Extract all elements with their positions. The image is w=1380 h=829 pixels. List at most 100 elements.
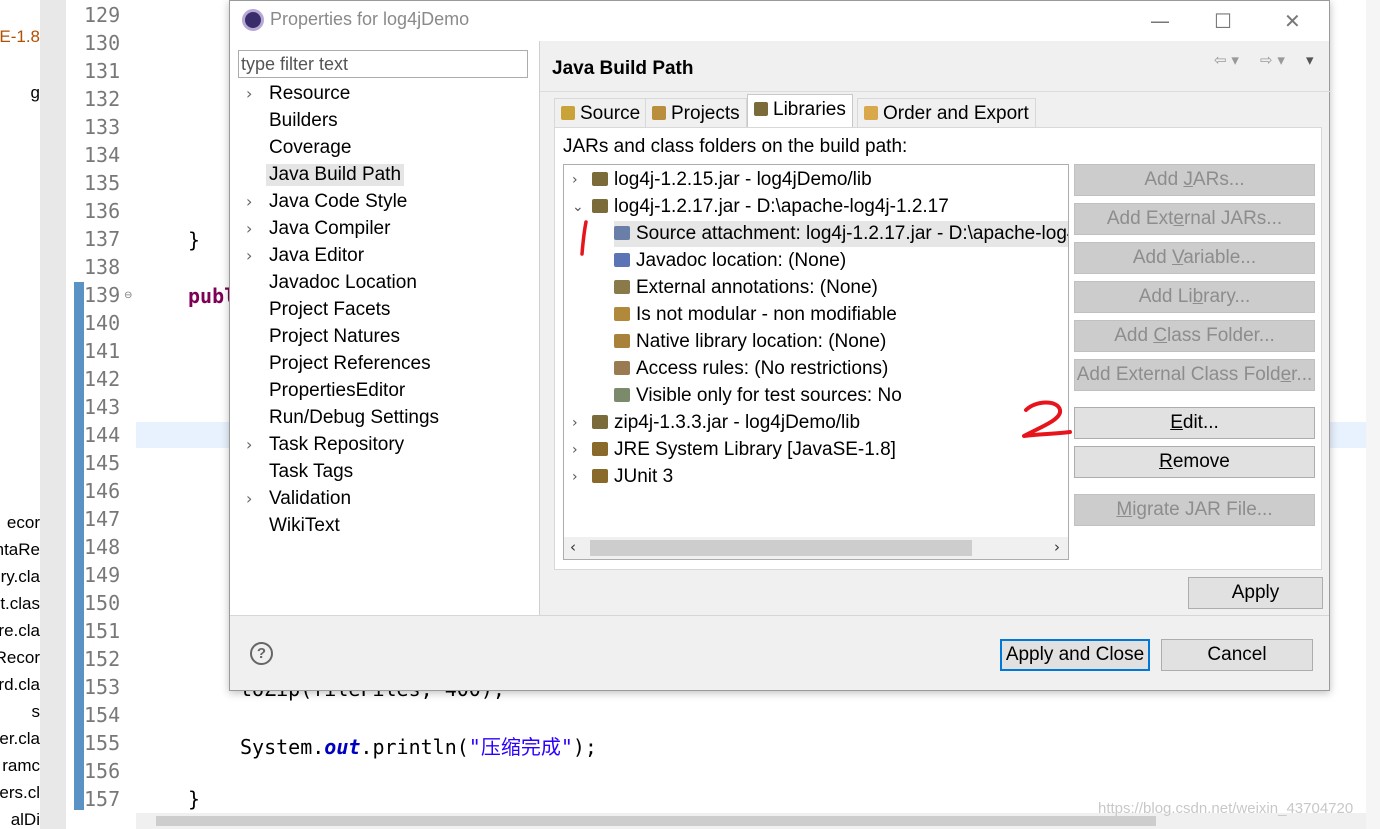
add-external-jars-button[interactable]: Add External JARs... (1074, 203, 1315, 235)
nav-item-builders[interactable]: Builders (266, 110, 341, 132)
explorer-item[interactable]: s (32, 702, 41, 722)
tree-row[interactable]: Source attachment: log4j-1.2.17.jar - D:… (614, 221, 1068, 247)
tree-row-label: Source attachment: log4j-1.2.17.jar - D:… (636, 223, 1068, 244)
tree-row[interactable]: Is not modular - non modifiable (614, 302, 897, 328)
tree-expander-icon[interactable]: › (572, 167, 578, 193)
explorer-item[interactable]: g (31, 83, 40, 103)
nav-item-java-compiler[interactable]: Java Compiler (266, 218, 393, 240)
add-jars-button[interactable]: Add JARs... (1074, 164, 1315, 196)
tree-row[interactable]: log4j-1.2.17.jar - D:\apache-log4j-1.2.1… (592, 194, 949, 220)
scroll-right-icon[interactable]: › (1054, 538, 1060, 556)
button-mnemonic: C (1153, 325, 1168, 346)
fold-icon[interactable]: ⊖ (124, 290, 132, 301)
nav-item-project-facets[interactable]: Project Facets (266, 299, 393, 321)
nav-item-task-repository[interactable]: Task Repository (266, 434, 407, 456)
explorer-item[interactable]: ecor (7, 513, 40, 533)
remove-button[interactable]: Remove (1074, 446, 1315, 478)
tree-row[interactable]: External annotations: (None) (614, 275, 878, 301)
watermark: https://blog.csdn.net/weixin_43704720 (1098, 800, 1354, 817)
line-number: 144 (84, 423, 121, 447)
back-arrow-icon[interactable]: ⇦ ▾ (1214, 51, 1239, 69)
tree-row[interactable]: Javadoc location: (None) (614, 248, 846, 274)
migrate-jar-file-button[interactable]: Migrate JAR File... (1074, 494, 1315, 526)
explorer-item[interactable]: ers.cl (0, 783, 40, 803)
tree-expander-icon[interactable]: › (572, 464, 578, 490)
nav-item-validation[interactable]: Validation (266, 488, 354, 510)
cancel-button[interactable]: Cancel (1161, 639, 1313, 671)
button-bar-separator (230, 615, 1329, 616)
tree-row[interactable]: Visible only for test sources: No (614, 383, 902, 409)
tree-row-label: log4j-1.2.17.jar - D:\apache-log4j-1.2.1… (614, 196, 949, 217)
nav-item-run-debug-settings[interactable]: Run/Debug Settings (266, 407, 442, 429)
nav-item-java-editor[interactable]: Java Editor (266, 245, 367, 267)
explorer-item[interactable]: re.cla (0, 621, 40, 641)
tree-row[interactable]: JUnit 3 (592, 464, 673, 490)
nav-item-java-build-path[interactable]: Java Build Path (266, 164, 405, 186)
sash[interactable] (539, 41, 540, 615)
add-variable-button[interactable]: Add Variable... (1074, 242, 1315, 274)
tree-row[interactable]: Native library location: (None) (614, 329, 886, 355)
forward-arrow-icon[interactable]: ⇨ ▾ (1260, 51, 1285, 69)
tab-projects[interactable]: Projects (645, 98, 747, 128)
scroll-thumb[interactable] (156, 816, 1156, 826)
tree-row-label: Is not modular - non modifiable (636, 304, 897, 325)
line-number: 137 (84, 227, 121, 251)
nav-item-propertieseditor[interactable]: PropertiesEditor (266, 380, 408, 402)
minimize-button[interactable]: — (1150, 9, 1170, 33)
explorer-item[interactable]: ry.cla (1, 567, 40, 587)
tree-row[interactable]: Access rules: (No restrictions) (614, 356, 888, 382)
nav-item-java-code-style[interactable]: Java Code Style (266, 191, 410, 213)
code-end: ); (572, 735, 597, 759)
explorer-item[interactable]: E-1.8 (0, 27, 40, 47)
explorer-item[interactable]: ntaRe (0, 540, 40, 560)
add-library-button[interactable]: Add Library... (1074, 281, 1315, 313)
tree-expander-icon[interactable]: › (572, 437, 578, 463)
scroll-left-icon[interactable]: ‹ (570, 538, 576, 556)
nav-item-project-natures[interactable]: Project Natures (266, 326, 403, 348)
explorer-item[interactable]: Recor (0, 648, 40, 668)
explorer-item[interactable]: alDi (11, 810, 40, 829)
expand-chevron-icon[interactable]: › (246, 246, 252, 265)
tree-expander-icon[interactable]: ⌄ (572, 194, 584, 220)
add-class-folder-button[interactable]: Add Class Folder... (1074, 320, 1315, 352)
editor-vertical-scrollbar[interactable] (1366, 0, 1380, 829)
nav-item-project-references[interactable]: Project References (266, 353, 434, 375)
nav-item-resource[interactable]: Resource (266, 83, 353, 105)
apply-button[interactable]: Apply (1188, 577, 1323, 609)
jar-icon (592, 442, 608, 456)
nav-item-wikitext[interactable]: WikiText (266, 515, 343, 537)
apply-and-close-button[interactable]: Apply and Close (1000, 639, 1150, 671)
dialog-titlebar[interactable]: Properties for log4jDemo — ☐ ✕ (230, 1, 1329, 41)
nav-item-coverage[interactable]: Coverage (266, 137, 354, 159)
expand-chevron-icon[interactable]: › (246, 192, 252, 211)
edit-button[interactable]: Edit... (1074, 407, 1315, 439)
expand-chevron-icon[interactable]: › (246, 489, 252, 508)
tree-scroll-thumb[interactable] (590, 540, 972, 556)
view-menu-icon[interactable]: ▾ (1306, 51, 1314, 69)
tab-source[interactable]: Source (554, 98, 648, 128)
tree-expander-icon[interactable]: › (572, 410, 578, 436)
maximize-button[interactable]: ☐ (1214, 9, 1232, 33)
explorer-item[interactable]: rd.cla (0, 675, 40, 695)
close-button[interactable]: ✕ (1284, 9, 1301, 33)
tree-row[interactable]: log4j-1.2.15.jar - log4jDemo/lib (592, 167, 872, 193)
tree-row[interactable]: zip4j-1.3.3.jar - log4jDemo/lib (592, 410, 860, 436)
library-tree[interactable]: › log4j-1.2.15.jar - log4jDemo/lib ⌄ log4j-… (563, 164, 1069, 560)
package-explorer-strip: E-1.8 g ecor ntaRe ry.cla t.clas re.cla Recor rd… (0, 0, 40, 829)
explorer-item[interactable]: t.clas (0, 594, 40, 614)
nav-item-javadoc-location[interactable]: Javadoc Location (266, 272, 420, 294)
tab-order-and-export[interactable]: Order and Export (857, 98, 1036, 128)
code-println-line: System.out.println("压缩完成"); (240, 731, 597, 760)
filter-input[interactable] (238, 50, 528, 78)
tab-libraries[interactable]: Libraries (747, 94, 853, 128)
tree-horizontal-scrollbar[interactable]: ‹ › (564, 537, 1068, 559)
tree-row[interactable]: JRE System Library [JavaSE-1.8] (592, 437, 896, 463)
help-icon[interactable]: ? (250, 642, 273, 665)
explorer-item[interactable]: ramc (2, 756, 40, 776)
expand-chevron-icon[interactable]: › (246, 84, 252, 103)
add-external-class-folder-button[interactable]: Add External Class Folder... (1074, 359, 1315, 391)
nav-item-task-tags[interactable]: Task Tags (266, 461, 356, 483)
expand-chevron-icon[interactable]: › (246, 435, 252, 454)
expand-chevron-icon[interactable]: › (246, 219, 252, 238)
explorer-item[interactable]: er.cla (0, 729, 40, 749)
